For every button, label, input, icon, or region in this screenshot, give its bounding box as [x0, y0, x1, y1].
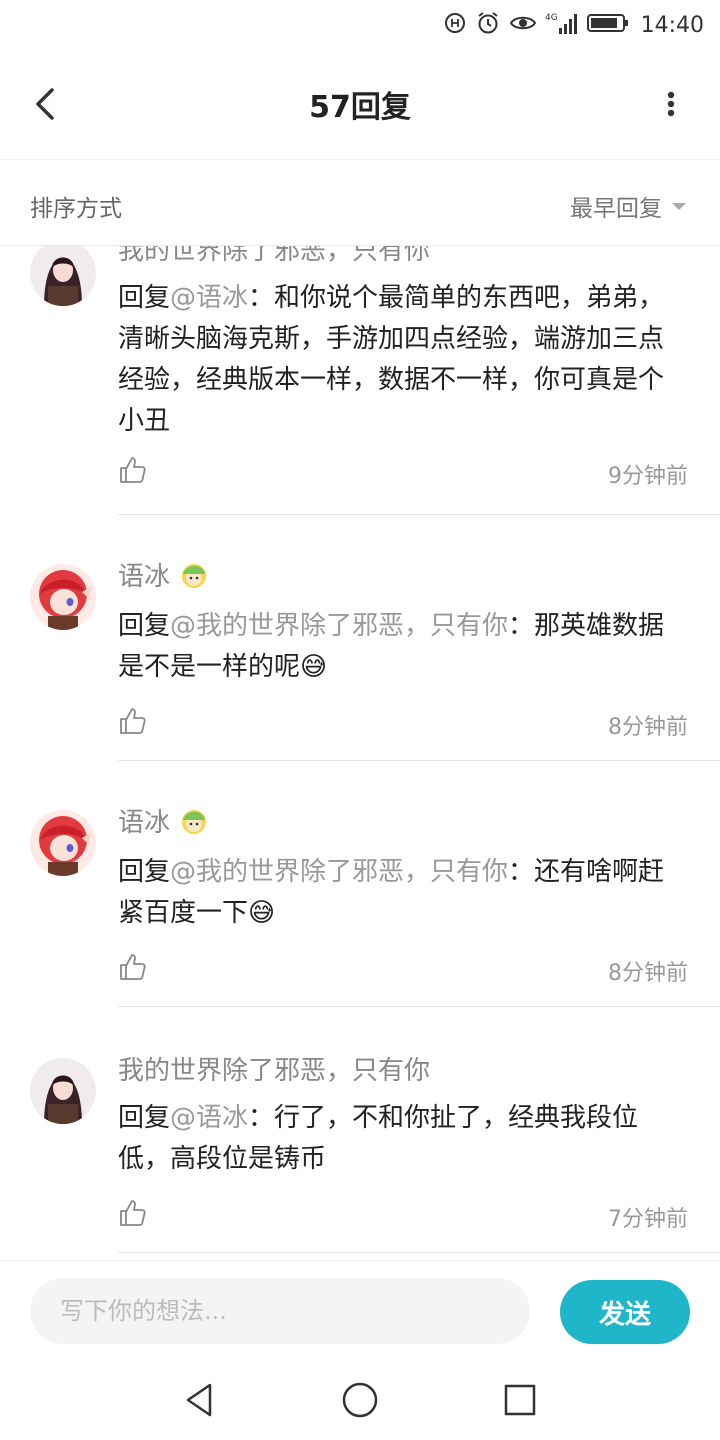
user-badge-icon — [182, 563, 207, 588]
mention-link[interactable]: @语冰 — [170, 1103, 248, 1133]
comment-text: 回复@语冰：和你说个最简单的东西吧，弟弟，清晰头脑海克斯，手游加四点经验，端游加… — [118, 283, 665, 436]
thumbs-up-icon — [120, 954, 146, 980]
comment-time: 9分钟前 — [608, 464, 688, 489]
sort-label: 排序方式 — [30, 196, 122, 222]
like-button[interactable] — [118, 706, 148, 736]
divider — [118, 760, 720, 761]
comment-author[interactable]: 我的世界除了邪恶，只有你 — [118, 1050, 430, 1087]
caret-down-icon — [672, 203, 686, 210]
like-button[interactable] — [118, 455, 148, 485]
comment-author[interactable]: 语冰 — [118, 556, 210, 593]
like-button[interactable] — [118, 1198, 148, 1228]
alarm-icon — [475, 10, 501, 40]
comment-time: 8分钟前 — [608, 961, 688, 986]
status-icons: 4G 14:40 — [443, 8, 704, 42]
sort-bar: 排序方式 最早回复 — [0, 161, 720, 246]
mention-link[interactable]: @我的世界除了邪恶，只有你 — [170, 857, 508, 887]
comment-input[interactable] — [30, 1278, 530, 1344]
avatar[interactable] — [30, 564, 96, 630]
svg-text:4G: 4G — [545, 13, 558, 23]
comment-author[interactable]: 语冰 — [118, 802, 210, 839]
nav-recents-button[interactable] — [498, 1378, 542, 1422]
thumbs-up-icon — [120, 708, 146, 734]
comment-time: 7分钟前 — [608, 1207, 688, 1232]
comment-composer: 发送 — [0, 1260, 720, 1360]
sort-value: 最早回复 — [570, 196, 662, 222]
app-bar: 57回复 — [0, 50, 720, 160]
eye-comfort-icon — [509, 12, 537, 38]
divider — [118, 1006, 720, 1007]
system-nav-bar — [0, 1360, 720, 1440]
status-time: 14:40 — [640, 12, 704, 38]
user-badge-icon — [182, 809, 207, 834]
page-title: 57回复 — [309, 90, 411, 125]
send-button[interactable]: 发送 — [560, 1280, 690, 1344]
more-button[interactable] — [656, 80, 686, 128]
data-saver-icon — [443, 11, 467, 39]
avatar[interactable] — [30, 246, 96, 306]
comment-time: 8分钟前 — [608, 715, 688, 740]
divider — [118, 1252, 720, 1253]
battery-icon — [586, 12, 629, 38]
circle-home-icon — [342, 1382, 378, 1418]
avatar[interactable] — [30, 1058, 96, 1124]
comment-text: 回复@我的世界除了邪恶，只有你：那英雄数据是不是一样的呢😅 — [118, 611, 665, 682]
mention-link[interactable]: @语冰 — [170, 283, 248, 313]
mention-link[interactable]: @我的世界除了邪恶，只有你 — [170, 611, 508, 641]
nav-back-button[interactable] — [178, 1378, 222, 1422]
square-recents-icon — [504, 1384, 536, 1416]
thumbs-up-icon — [120, 457, 146, 483]
thumbs-up-icon — [120, 1200, 146, 1226]
triangle-back-icon — [186, 1383, 212, 1417]
divider — [118, 514, 720, 515]
like-button[interactable] — [118, 952, 148, 982]
comment-author[interactable]: 我的世界除了邪恶，只有你 — [118, 246, 430, 267]
avatar[interactable] — [30, 810, 96, 876]
status-bar: 4G 14:40 — [0, 0, 720, 50]
nav-home-button[interactable] — [338, 1378, 382, 1422]
comment-text: 回复@语冰：行了，不和你扯了，经典我段位低，高段位是铸币 — [118, 1103, 639, 1174]
more-vertical-icon — [667, 91, 675, 117]
sort-dropdown[interactable]: 最早回复 — [570, 189, 688, 223]
comment-list[interactable]: 我的世界除了邪恶，只有你 回复@语冰：和你说个最简单的东西吧，弟弟，清晰头脑海克… — [0, 246, 720, 1260]
comment-text: 回复@我的世界除了邪恶，只有你：还有啥啊赶紧百度一下😅 — [118, 857, 665, 928]
signal-icon: 4G — [545, 10, 579, 40]
